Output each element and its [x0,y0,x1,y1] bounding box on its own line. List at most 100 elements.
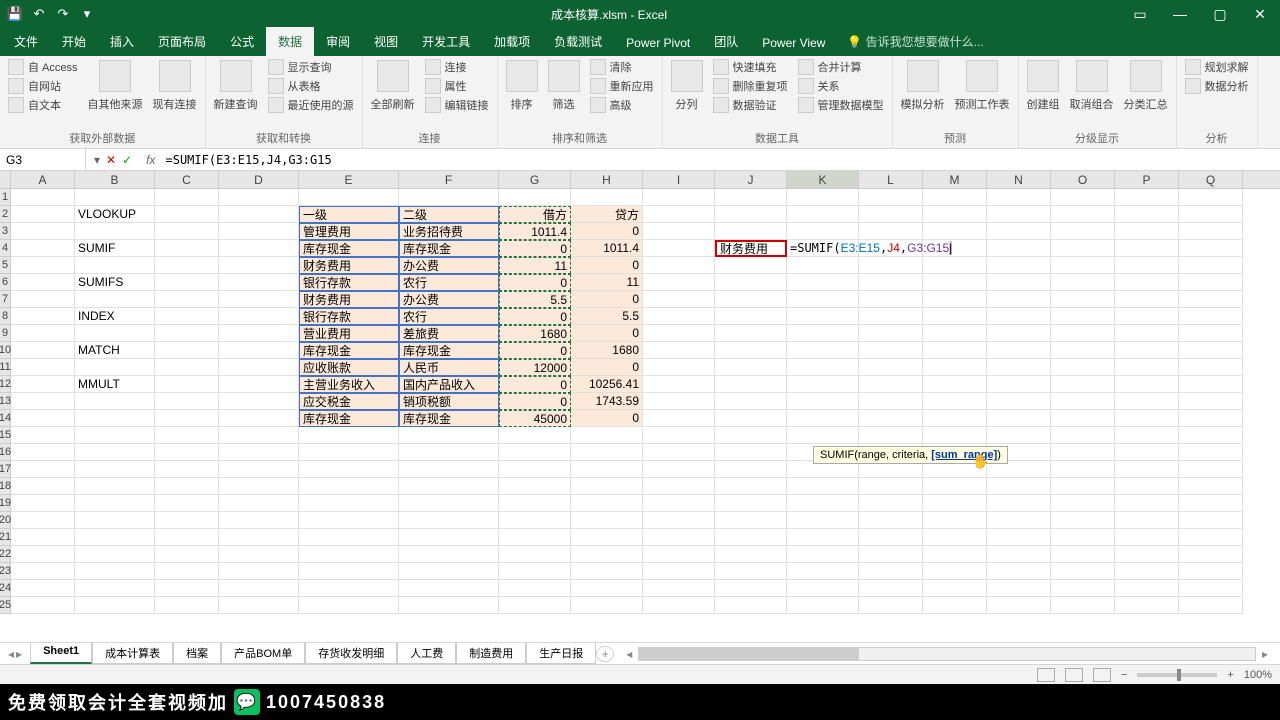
cell-A25[interactable] [11,597,75,614]
cell-C10[interactable] [155,342,219,359]
cell-Q1[interactable] [1179,189,1243,206]
cell-D2[interactable] [219,206,299,223]
cell-H17[interactable] [571,461,643,478]
cell-H12[interactable]: 10256.41 [571,376,643,393]
cell-I14[interactable] [643,410,715,427]
cell-P18[interactable] [1115,478,1179,495]
row-header-24[interactable]: 24 [0,580,11,597]
cell-J13[interactable] [715,393,787,410]
cell-P5[interactable] [1115,257,1179,274]
cell-N2[interactable] [987,206,1051,223]
cell-H2[interactable]: 贷方 [571,206,643,223]
cell-F14[interactable]: 库存现金 [399,410,499,427]
cell-G13[interactable]: 0 [499,393,571,410]
cell-B9[interactable] [75,325,155,342]
hscroll-left-icon[interactable]: ◂ [626,647,632,661]
cell-N22[interactable] [987,546,1051,563]
cell-N1[interactable] [987,189,1051,206]
cell-B4[interactable]: SUMIF [75,240,155,257]
cell-D16[interactable] [219,444,299,461]
cell-N20[interactable] [987,512,1051,529]
cell-H20[interactable] [571,512,643,529]
col-header-D[interactable]: D [219,171,299,188]
cell-Q22[interactable] [1179,546,1243,563]
cell-M19[interactable] [923,495,987,512]
cell-E25[interactable] [299,597,399,614]
cell-H16[interactable] [571,444,643,461]
cell-H5[interactable]: 0 [571,257,643,274]
cell-G15[interactable] [499,427,571,444]
cell-C23[interactable] [155,563,219,580]
cell-O24[interactable] [1051,580,1115,597]
cell-L11[interactable] [859,359,923,376]
sheet-tab-Sheet1[interactable]: Sheet1 [30,643,92,664]
row-header-4[interactable]: 4 [0,240,11,257]
cell-O1[interactable] [1051,189,1115,206]
cell-J8[interactable] [715,308,787,325]
view-layout-icon[interactable] [1065,668,1083,682]
cell-A22[interactable] [11,546,75,563]
row-header-8[interactable]: 8 [0,308,11,325]
cell-F13[interactable]: 销项税额 [399,393,499,410]
tab-Power Pivot[interactable]: Power Pivot [614,30,702,56]
tab-插入[interactable]: 插入 [98,27,146,56]
cell-N4[interactable] [987,240,1051,257]
cell-Q23[interactable] [1179,563,1243,580]
cell-H9[interactable]: 0 [571,325,643,342]
cell-F25[interactable] [399,597,499,614]
cell-K20[interactable] [787,512,859,529]
cell-A4[interactable] [11,240,75,257]
cell-E5[interactable]: 财务费用 [299,257,399,274]
cell-Q24[interactable] [1179,580,1243,597]
cell-L2[interactable] [859,206,923,223]
cell-I18[interactable] [643,478,715,495]
col-header-F[interactable]: F [399,171,499,188]
cell-D7[interactable] [219,291,299,308]
cell-G17[interactable] [499,461,571,478]
maximize-icon[interactable]: ▢ [1200,0,1240,28]
cell-L21[interactable] [859,529,923,546]
cell-G8[interactable]: 0 [499,308,571,325]
cell-N21[interactable] [987,529,1051,546]
col-header-M[interactable]: M [923,171,987,188]
worksheet-grid[interactable]: ABCDEFGHIJKLMNOPQ 12VLOOKUP一级二级借方贷方3管理费用… [0,171,1280,642]
cell-G1[interactable] [499,189,571,206]
cell-G22[interactable] [499,546,571,563]
sheet-tab-产品BOM单[interactable]: 产品BOM单 [221,643,305,664]
cell-I24[interactable] [643,580,715,597]
cell-H11[interactable]: 0 [571,359,643,376]
cell-M22[interactable] [923,546,987,563]
cell-D6[interactable] [219,274,299,291]
cell-I2[interactable] [643,206,715,223]
cell-N9[interactable] [987,325,1051,342]
cell-F24[interactable] [399,580,499,597]
cell-C14[interactable] [155,410,219,427]
ribbon-分类汇总[interactable]: 分类汇总 [1120,58,1172,114]
tab-开始[interactable]: 开始 [50,27,98,56]
cell-N15[interactable] [987,427,1051,444]
cell-J2[interactable] [715,206,787,223]
cell-F7[interactable]: 办公费 [399,291,499,308]
zoom-level[interactable]: 100% [1244,669,1272,681]
cell-O3[interactable] [1051,223,1115,240]
cell-P22[interactable] [1115,546,1179,563]
cell-I22[interactable] [643,546,715,563]
cell-F17[interactable] [399,461,499,478]
ribbon-合并计算[interactable]: 合并计算 [794,58,888,76]
ribbon-最近使用的源[interactable]: 最近使用的源 [264,96,358,114]
cell-F19[interactable] [399,495,499,512]
ribbon-管理数据模型[interactable]: 管理数据模型 [794,96,888,114]
cell-F6[interactable]: 农行 [399,274,499,291]
sheet-tab-生产日报[interactable]: 生产日报 [526,643,596,664]
cell-L9[interactable] [859,325,923,342]
ribbon-数据验证[interactable]: 数据验证 [709,96,792,114]
cell-J18[interactable] [715,478,787,495]
cell-D17[interactable] [219,461,299,478]
col-header-L[interactable]: L [859,171,923,188]
cell-J1[interactable] [715,189,787,206]
cell-I8[interactable] [643,308,715,325]
cell-P3[interactable] [1115,223,1179,240]
cell-D13[interactable] [219,393,299,410]
col-header-E[interactable]: E [299,171,399,188]
cell-C5[interactable] [155,257,219,274]
